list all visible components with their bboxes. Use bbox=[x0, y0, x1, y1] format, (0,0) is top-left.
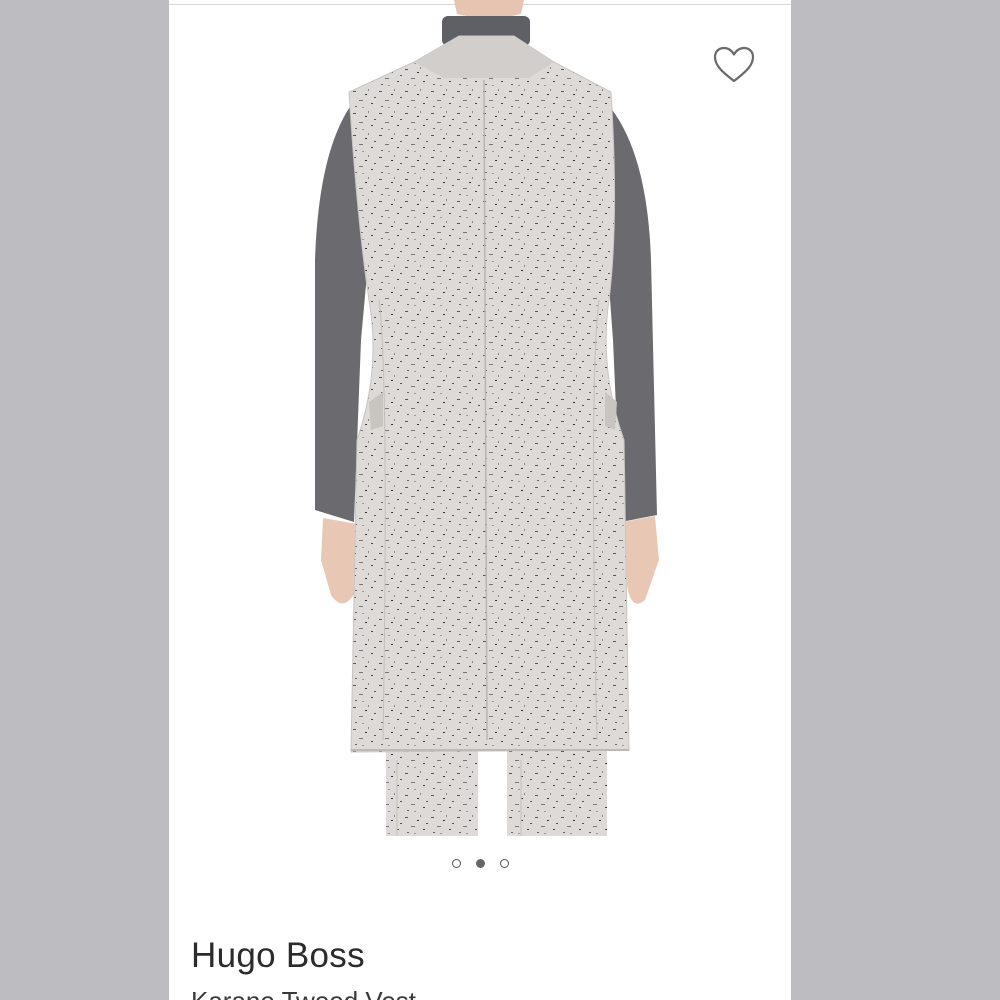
neck-shape bbox=[454, 0, 524, 18]
brand-name[interactable]: Hugo Boss bbox=[191, 936, 365, 976]
product-detail-screen: Hugo Boss Karane Tweed Vest bbox=[169, 0, 791, 1000]
product-name: Karane Tweed Vest bbox=[191, 986, 416, 1000]
product-image[interactable] bbox=[169, 0, 791, 850]
vest-collar bbox=[414, 36, 554, 78]
tweed-vest bbox=[348, 35, 630, 753]
right-trouser-leg bbox=[507, 748, 607, 836]
pagination-dot-3[interactable] bbox=[499, 859, 509, 868]
pagination-dot-2[interactable] bbox=[475, 859, 485, 868]
left-trouser-leg bbox=[386, 748, 478, 836]
favorite-button[interactable] bbox=[713, 46, 755, 84]
left-hand bbox=[321, 518, 359, 604]
heart-outline-icon bbox=[713, 46, 755, 83]
pagination-dot-1[interactable] bbox=[451, 859, 461, 868]
image-pagination bbox=[169, 859, 791, 875]
right-hand bbox=[623, 516, 659, 604]
